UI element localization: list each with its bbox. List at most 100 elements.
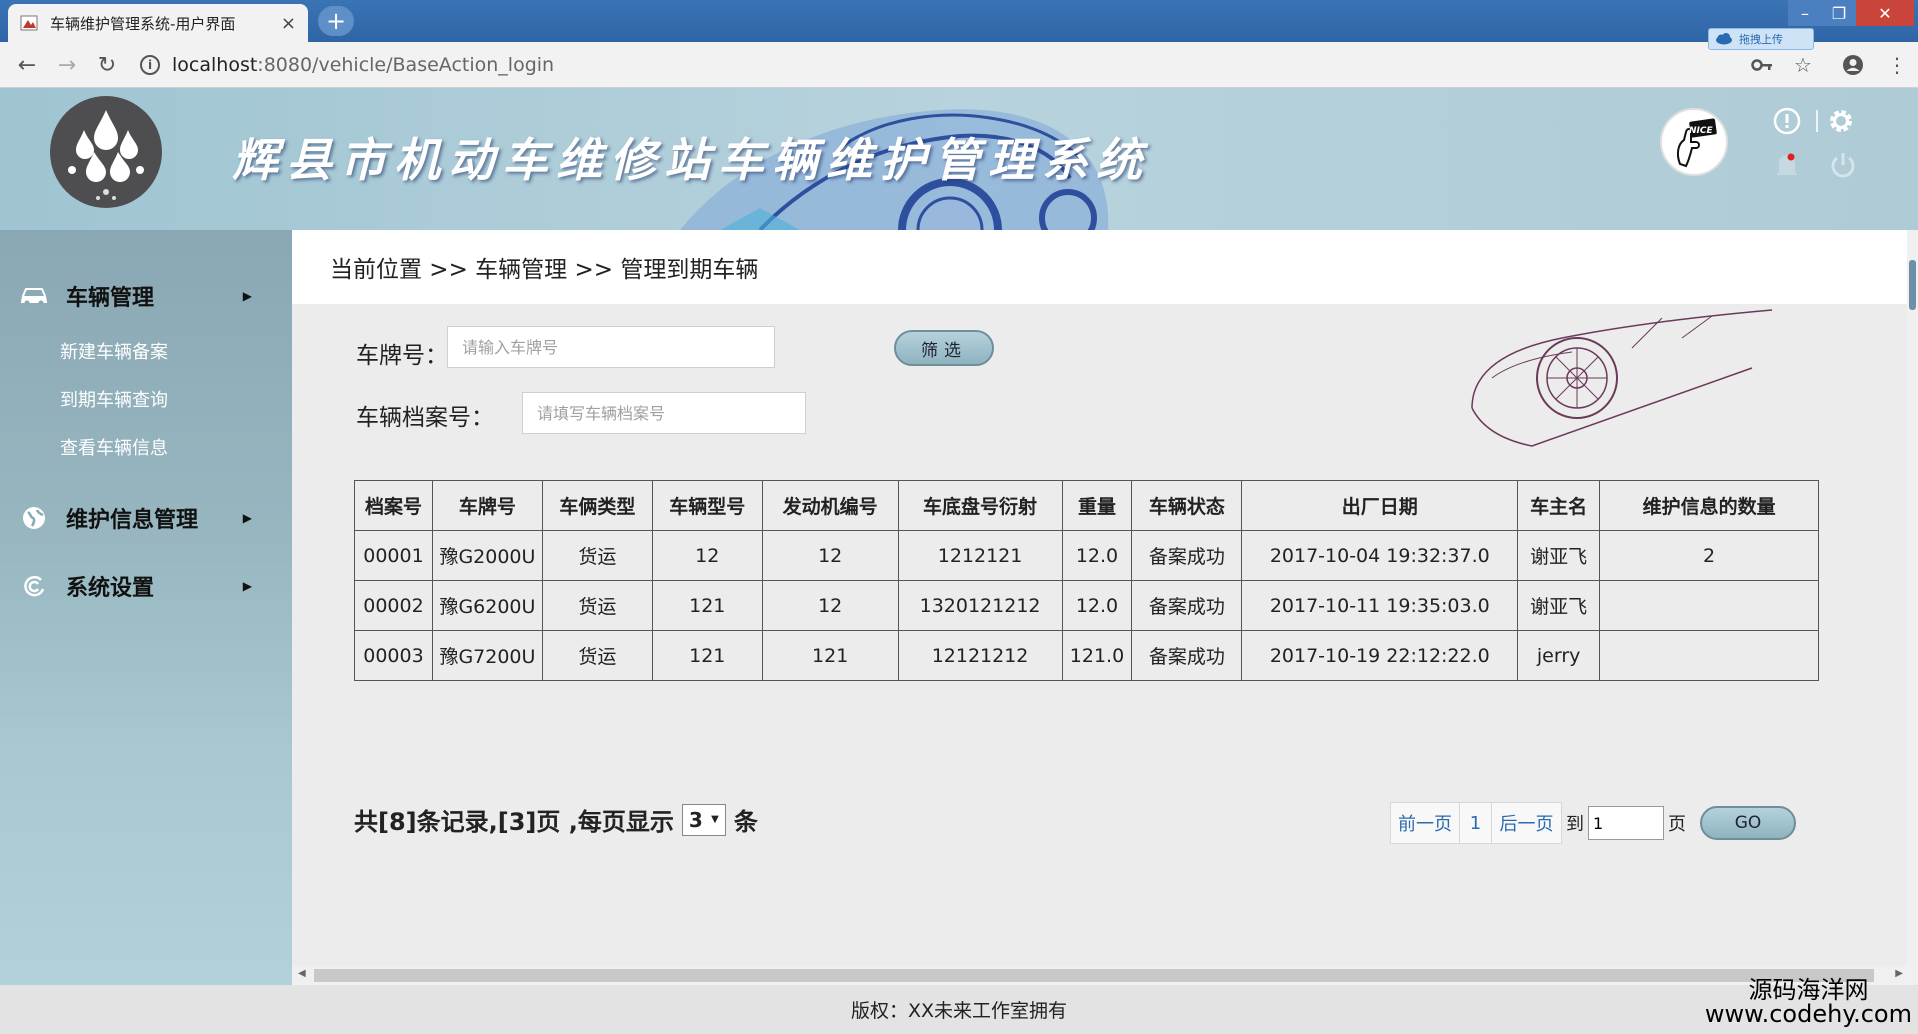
caret-right-icon: ▶ — [242, 511, 252, 525]
horizontal-scroll-thumb[interactable] — [314, 969, 1874, 982]
sidebar-item-view-vehicle-info[interactable]: 查看车辆信息 — [60, 434, 168, 460]
tab-close-icon[interactable]: × — [281, 13, 296, 34]
go-button[interactable]: GO — [1700, 806, 1796, 840]
page-size-value: 3 — [688, 807, 703, 832]
column-header: 发动机编号 — [761, 480, 899, 531]
next-page-button[interactable]: 后一页 — [1492, 802, 1562, 844]
watermark: 源码海洋网 www.codehy.com — [1705, 978, 1912, 1026]
column-header: 维护信息的数量 — [1599, 480, 1819, 531]
archive-number-input[interactable] — [522, 392, 806, 434]
back-arrow-icon[interactable]: ← — [14, 52, 40, 78]
table-row[interactable]: 00001 豫G2000U 货运 12 12 1212121 12.0 备案成功… — [354, 530, 1819, 581]
plate-number-label: 车牌号： — [356, 343, 448, 369]
sidebar-item-expired-vehicle-query[interactable]: 到期车辆查询 — [60, 386, 168, 412]
page-unit-label: 页 — [1668, 814, 1686, 835]
notification-bell-icon[interactable] — [1772, 150, 1802, 180]
table-cell: 12 — [761, 530, 899, 581]
forward-arrow-icon[interactable]: → — [54, 52, 80, 78]
table-cell: 121.0 — [1061, 630, 1133, 681]
horizontal-scrollbar[interactable]: ◀ ▶ — [292, 966, 1907, 985]
cloud-icon — [1716, 33, 1732, 45]
table-cell: 00002 — [354, 580, 433, 631]
sidebar-section-system-settings[interactable]: 系统设置 ▶ — [20, 566, 260, 606]
table-cell: 12.0 — [1061, 530, 1133, 581]
table-row[interactable]: 00003 豫G7200U 货运 121 121 12121212 121.0 … — [354, 630, 1819, 681]
table-cell: 豫G2000U — [431, 530, 543, 581]
breadcrumb: 当前位置 >> 车辆管理 >> 管理到期车辆 — [292, 230, 1907, 304]
summary-prefix: 共[8]条记录,[3]页 ,每页显示 — [354, 808, 674, 836]
menu-dots-icon[interactable]: ⋮ — [1884, 52, 1910, 78]
table-cell: 1320121212 — [897, 580, 1063, 631]
new-tab-button[interactable]: + — [318, 6, 354, 36]
table-cell: 货运 — [541, 580, 653, 631]
goto-label: 到 — [1566, 814, 1584, 835]
table-cell: 1212121 — [897, 530, 1063, 581]
column-header: 车牌号 — [431, 480, 543, 531]
key-icon[interactable] — [1749, 52, 1775, 78]
table-cell: 12121212 — [897, 630, 1063, 681]
vertical-scroll-thumb[interactable] — [1909, 260, 1916, 310]
profile-icon[interactable] — [1840, 52, 1866, 78]
upload-badge-label: 拖拽上传 — [1739, 33, 1783, 46]
table-cell: 12 — [651, 530, 763, 581]
summary-suffix: 条 — [733, 808, 758, 836]
vertical-scrollbar[interactable] — [1907, 230, 1918, 985]
sidebar-section-maintenance-info[interactable]: 维护信息管理 ▶ — [20, 498, 260, 538]
site-info-icon[interactable]: i — [140, 55, 160, 75]
main-content: 车牌号： 筛选 车辆档案号： 档案号 车牌号 车俩类型 车辆型号 发动机编号 车… — [292, 304, 1907, 966]
table-cell: 备案成功 — [1131, 530, 1243, 581]
column-header: 车辆型号 — [651, 480, 763, 531]
alert-info-icon[interactable] — [1772, 106, 1802, 136]
car-sketch-decoration-icon — [1471, 309, 1773, 447]
table-cell: 豫G7200U — [431, 630, 543, 681]
nice-hand-avatar-icon — [1676, 118, 1717, 168]
prev-page-button[interactable]: 前一页 — [1390, 802, 1460, 844]
settings-swirl-icon — [20, 572, 48, 600]
sidebar-section-label: 系统设置 — [66, 576, 155, 601]
plate-number-input[interactable] — [447, 326, 775, 368]
filter-button[interactable]: 筛选 — [894, 330, 994, 366]
power-logout-icon[interactable] — [1828, 150, 1858, 180]
table-cell: 货运 — [541, 630, 653, 681]
expired-vehicles-table: 档案号 车牌号 车俩类型 车辆型号 发动机编号 车底盘号衍射 重量 车辆状态 出… — [354, 480, 1819, 681]
reload-icon[interactable]: ↻ — [94, 52, 120, 78]
table-cell: 00003 — [354, 630, 433, 681]
tab-title: 车辆维护管理系统-用户界面 — [50, 14, 236, 33]
page-number-button[interactable]: 1 — [1460, 802, 1492, 844]
window-maximize-button[interactable]: ❐ — [1822, 0, 1856, 26]
bookmark-star-icon[interactable]: ☆ — [1790, 52, 1816, 78]
car-icon — [20, 282, 48, 310]
sidebar: 车辆管理 ▶ 新建车辆备案 到期车辆查询 查看车辆信息 维护信息管理 ▶ 系统设… — [0, 230, 292, 985]
user-avatar[interactable]: NICE — [1660, 108, 1728, 176]
column-header: 车俩类型 — [541, 480, 653, 531]
pagination-summary: 共[8]条记录,[3]页 ,每页显示 3 ▼ 条 — [354, 802, 758, 837]
browser-tab[interactable]: 车辆维护管理系统-用户界面 × — [8, 4, 308, 42]
goto-page-input[interactable] — [1588, 806, 1664, 840]
url-field[interactable]: i localhost:8080/vehicle/BaseAction_logi… — [140, 48, 1800, 82]
table-row[interactable]: 00002 豫G6200U 货运 121 12 1320121212 12.0 … — [354, 580, 1819, 631]
window-close-button[interactable]: ✕ — [1856, 0, 1914, 26]
sidebar-section-vehicle-management[interactable]: 车辆管理 ▶ — [20, 276, 260, 316]
column-header: 重量 — [1061, 480, 1133, 531]
table-cell: 12 — [761, 580, 899, 631]
window-minimize-button[interactable]: – — [1788, 0, 1822, 26]
table-cell: 2017-10-11 19:35:03.0 — [1241, 580, 1519, 631]
sidebar-item-new-vehicle-record[interactable]: 新建车辆备案 — [60, 338, 168, 364]
url-host: localhost — [172, 54, 258, 76]
table-cell: 备案成功 — [1131, 630, 1243, 681]
table-cell: 2017-10-04 19:32:37.0 — [1241, 530, 1519, 581]
scroll-left-arrow-icon[interactable]: ◀ — [298, 968, 306, 979]
site-title: 辉县市机动车维修站车辆维护管理系统 — [232, 133, 1150, 187]
table-cell: jerry — [1517, 630, 1601, 681]
page-size-select[interactable]: 3 ▼ — [681, 803, 726, 836]
upload-extension-badge[interactable]: 拖拽上传 — [1708, 28, 1814, 50]
column-header: 车主名 — [1517, 480, 1601, 531]
address-bar: ← → ↻ i localhost:8080/vehicle/BaseActio… — [0, 42, 1918, 88]
table-cell — [1599, 580, 1819, 631]
table-cell: 2 — [1599, 530, 1819, 581]
footer: 版权：XX未来工作室拥有 — [0, 985, 1918, 1034]
app-header: 辉县市机动车维修站车辆维护管理系统 NICE — [0, 88, 1918, 230]
breadcrumb-text: 当前位置 >> 车辆管理 >> 管理到期车辆 — [330, 257, 759, 283]
table-cell: 12.0 — [1061, 580, 1133, 631]
gear-icon[interactable] — [1826, 106, 1856, 136]
